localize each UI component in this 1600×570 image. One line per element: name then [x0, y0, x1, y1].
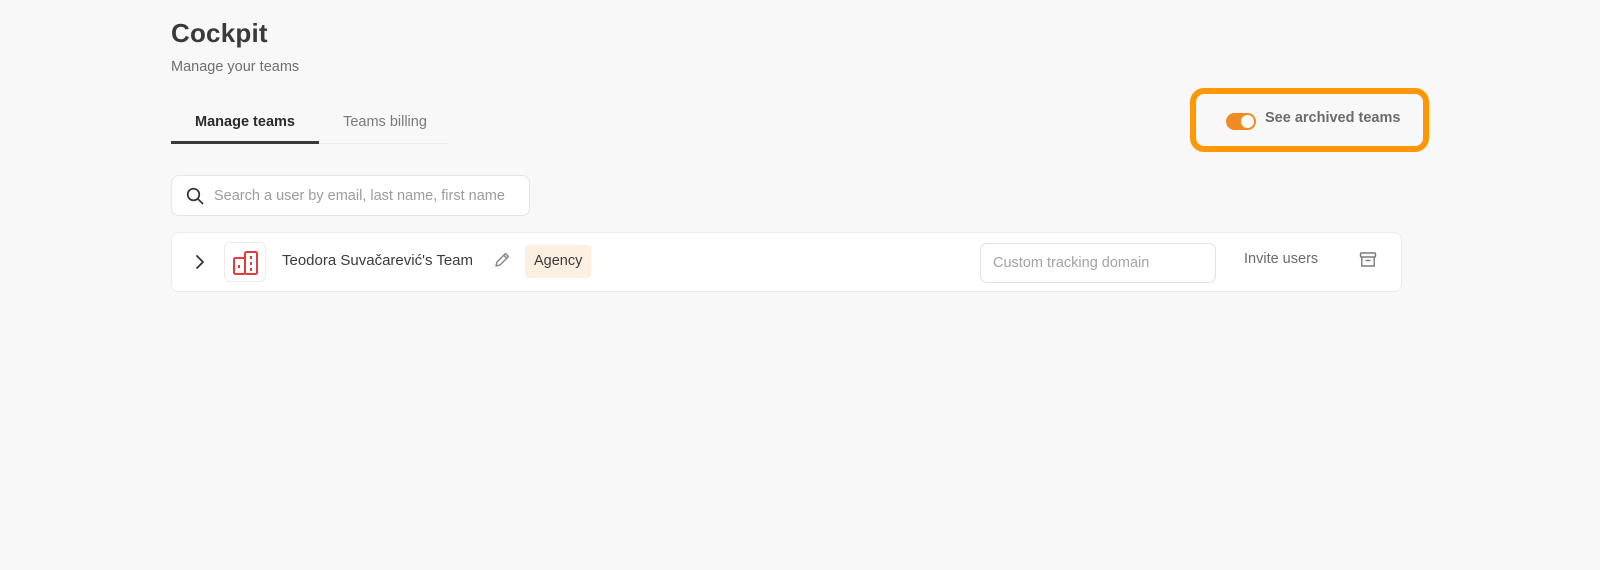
search-icon: [186, 187, 204, 205]
toggle-knob: [1241, 115, 1254, 128]
search-input[interactable]: [214, 176, 520, 215]
tab-teams-billing[interactable]: Teams billing: [321, 104, 449, 144]
team-row: Teodora Suvačarević's Team Agency Invite…: [171, 232, 1402, 292]
archive-icon[interactable]: [1358, 250, 1378, 270]
page-subtitle: Manage your teams: [171, 59, 300, 75]
team-logo: [224, 242, 266, 282]
pencil-icon[interactable]: [492, 250, 512, 270]
invite-users-button[interactable]: Invite users: [1244, 251, 1318, 267]
building-icon: [233, 251, 258, 275]
user-search: [171, 175, 530, 216]
tab-bar: Manage teams Teams billing: [171, 104, 449, 144]
team-type-badge: Agency: [525, 245, 592, 278]
tab-manage-teams[interactable]: Manage teams: [171, 104, 319, 144]
chevron-right-icon[interactable]: [192, 253, 208, 271]
page-title: Cockpit: [171, 18, 268, 48]
tracking-domain-input[interactable]: [980, 243, 1216, 283]
cockpit-page: Cockpit Manage your teams Manage teams T…: [0, 0, 1600, 570]
archived-teams-label[interactable]: See archived teams: [1265, 110, 1400, 126]
team-name: Teodora Suvačarević's Team: [282, 252, 474, 269]
archived-teams-toggle[interactable]: [1226, 113, 1256, 130]
